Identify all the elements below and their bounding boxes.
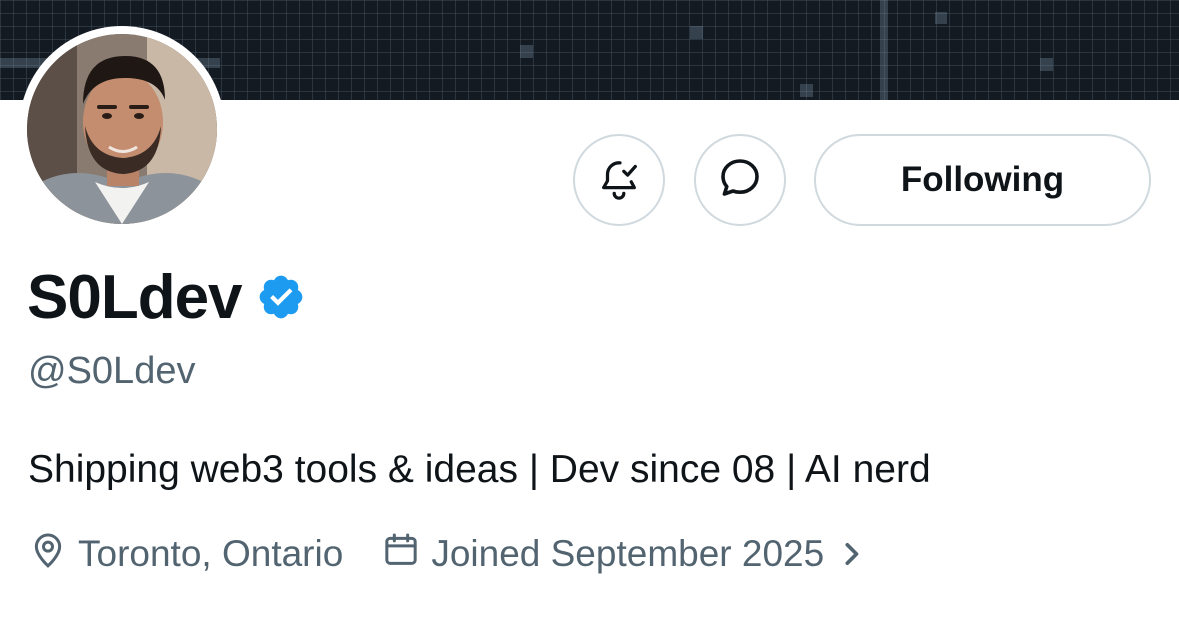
calendar-icon <box>381 530 431 579</box>
message-button[interactable] <box>694 134 786 226</box>
following-label: Following <box>900 160 1065 199</box>
avatar-photo <box>27 34 217 224</box>
profile-page: Following S0Ldev @S0Ldev Shipping web3 t… <box>0 0 1179 617</box>
display-name: S0Ldev <box>27 262 243 332</box>
profile-handle: @S0Ldev <box>28 350 196 392</box>
profile-avatar[interactable] <box>19 26 225 232</box>
profile-meta: Toronto, Ontario Joined September 2025 <box>28 530 872 578</box>
joined-item[interactable]: Joined September 2025 <box>381 530 872 579</box>
location-pin-icon <box>28 530 78 579</box>
location-item: Toronto, Ontario <box>28 530 343 579</box>
chevron-right-icon[interactable] <box>840 539 872 569</box>
message-bubble-icon <box>716 154 764 207</box>
name-row: S0Ldev <box>27 262 306 332</box>
following-button[interactable]: Following <box>814 134 1151 226</box>
notifications-button[interactable] <box>573 134 665 226</box>
location-text: Toronto, Ontario <box>78 533 344 574</box>
bell-check-icon <box>596 155 642 206</box>
profile-bio: Shipping web3 tools & ideas | Dev since … <box>28 448 931 491</box>
verified-badge-icon[interactable] <box>256 272 306 322</box>
joined-text: Joined September 2025 <box>431 533 825 574</box>
